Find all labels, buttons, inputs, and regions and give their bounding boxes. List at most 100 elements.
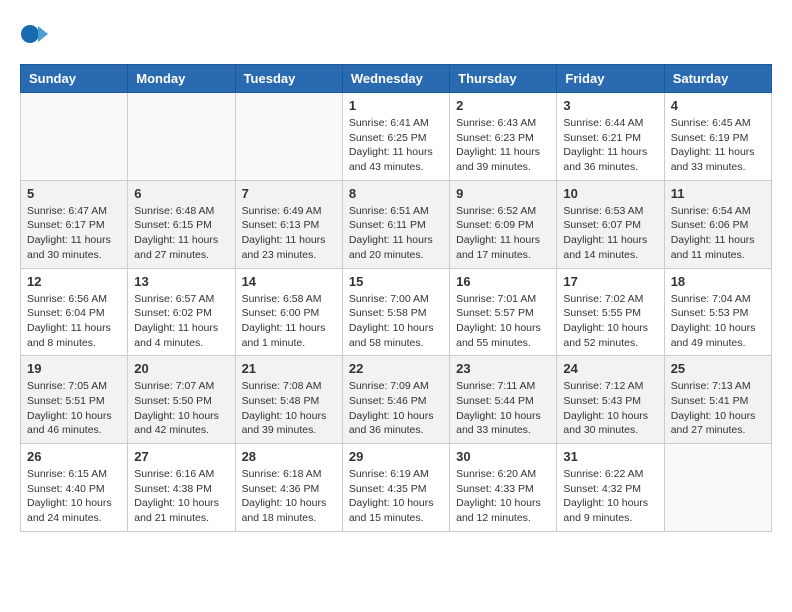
day-info: Sunrise: 6:47 AMSunset: 6:17 PMDaylight:… [27, 204, 121, 263]
day-number: 3 [563, 98, 657, 113]
logo-icon [20, 20, 48, 48]
weekday-thursday: Thursday [450, 65, 557, 93]
day-cell: 10Sunrise: 6:53 AMSunset: 6:07 PMDayligh… [557, 180, 664, 268]
day-cell: 20 Sunrise: 7:07 AMSunset: 5:50 PMDayligh… [128, 356, 235, 444]
day-info: Sunrise: 7:08 AMSunset: 5:48 PMDaylight:… [242, 379, 336, 438]
day-cell: 28 Sunrise: 6:18 AMSunset: 4:36 PMDayligh… [235, 444, 342, 532]
weekday-friday: Friday [557, 65, 664, 93]
week-row-1: 1 Sunrise: 6:41 AMSunset: 6:25 PMDaylight… [21, 93, 772, 181]
day-info: Sunrise: 7:07 AMSunset: 5:50 PMDaylight:… [134, 379, 228, 438]
day-info: Sunrise: 7:05 AMSunset: 5:51 PMDaylight:… [27, 379, 121, 438]
day-info: Sunrise: 6:52 AMSunset: 6:09 PMDaylight:… [456, 204, 550, 263]
logo [20, 20, 52, 48]
day-number: 24 [563, 361, 657, 376]
day-info: Sunrise: 7:11 AMSunset: 5:44 PMDaylight:… [456, 379, 550, 438]
day-info: Sunrise: 6:41 AMSunset: 6:25 PMDaylight:… [349, 116, 443, 175]
day-cell: 24Sunrise: 7:12 AMSunset: 5:43 PMDayligh… [557, 356, 664, 444]
day-cell: 2Sunrise: 6:43 AMSunset: 6:23 PMDaylight… [450, 93, 557, 181]
day-number: 26 [27, 449, 121, 464]
week-row-5: 26Sunrise: 6:15 AMSunset: 4:40 PMDayligh… [21, 444, 772, 532]
day-info: Sunrise: 6:58 AMSunset: 6:00 PMDaylight:… [242, 292, 336, 351]
day-cell: 3 Sunrise: 6:44 AMSunset: 6:21 PMDaylight… [557, 93, 664, 181]
day-number: 31 [563, 449, 657, 464]
day-cell: 17 Sunrise: 7:02 AMSunset: 5:55 PMDayligh… [557, 268, 664, 356]
day-cell: 16 Sunrise: 7:01 AMSunset: 5:57 PMDayligh… [450, 268, 557, 356]
day-cell: 9 Sunrise: 6:52 AMSunset: 6:09 PMDaylight… [450, 180, 557, 268]
day-cell [21, 93, 128, 181]
day-cell: 6Sunrise: 6:48 AMSunset: 6:15 PMDaylight… [128, 180, 235, 268]
weekday-sunday: Sunday [21, 65, 128, 93]
day-number: 11 [671, 186, 765, 201]
day-cell: 31 Sunrise: 6:22 AMSunset: 4:32 PMDayligh… [557, 444, 664, 532]
day-cell [235, 93, 342, 181]
weekday-wednesday: Wednesday [342, 65, 449, 93]
weekday-header-row: SundayMondayTuesdayWednesdayThursdayFrid… [21, 65, 772, 93]
day-info: Sunrise: 6:45 AMSunset: 6:19 PMDaylight:… [671, 116, 765, 175]
day-number: 22 [349, 361, 443, 376]
day-number: 16 [456, 274, 550, 289]
day-info: Sunrise: 7:02 AMSunset: 5:55 PMDaylight:… [563, 292, 657, 351]
day-cell: 30 Sunrise: 6:20 AMSunset: 4:33 PMDayligh… [450, 444, 557, 532]
day-cell: 19Sunrise: 7:05 AMSunset: 5:51 PMDayligh… [21, 356, 128, 444]
day-number: 6 [134, 186, 228, 201]
day-number: 5 [27, 186, 121, 201]
calendar-table: SundayMondayTuesdayWednesdayThursdayFrid… [20, 64, 772, 532]
weekday-saturday: Saturday [664, 65, 771, 93]
day-info: Sunrise: 6:56 AMSunset: 6:04 PMDaylight:… [27, 292, 121, 351]
day-number: 14 [242, 274, 336, 289]
day-number: 23 [456, 361, 550, 376]
day-info: Sunrise: 6:49 AMSunset: 6:13 PMDaylight:… [242, 204, 336, 263]
day-number: 13 [134, 274, 228, 289]
day-cell: 12 Sunrise: 6:56 AMSunset: 6:04 PMDayligh… [21, 268, 128, 356]
day-cell: 15 Sunrise: 7:00 AMSunset: 5:58 PMDayligh… [342, 268, 449, 356]
day-cell: 18Sunrise: 7:04 AMSunset: 5:53 PMDayligh… [664, 268, 771, 356]
day-info: Sunrise: 6:22 AMSunset: 4:32 PMDaylight:… [563, 467, 657, 526]
day-cell: 5 Sunrise: 6:47 AMSunset: 6:17 PMDaylight… [21, 180, 128, 268]
day-number: 28 [242, 449, 336, 464]
day-info: Sunrise: 6:51 AMSunset: 6:11 PMDaylight:… [349, 204, 443, 263]
day-cell: 21Sunrise: 7:08 AMSunset: 5:48 PMDayligh… [235, 356, 342, 444]
day-number: 18 [671, 274, 765, 289]
day-info: Sunrise: 6:43 AMSunset: 6:23 PMDaylight:… [456, 116, 550, 175]
day-number: 8 [349, 186, 443, 201]
day-cell: 27Sunrise: 6:16 AMSunset: 4:38 PMDayligh… [128, 444, 235, 532]
week-row-2: 5 Sunrise: 6:47 AMSunset: 6:17 PMDaylight… [21, 180, 772, 268]
day-cell: 13 Sunrise: 6:57 AMSunset: 6:02 PMDayligh… [128, 268, 235, 356]
day-cell: 4 Sunrise: 6:45 AMSunset: 6:19 PMDaylight… [664, 93, 771, 181]
day-cell [128, 93, 235, 181]
day-cell: 26Sunrise: 6:15 AMSunset: 4:40 PMDayligh… [21, 444, 128, 532]
day-cell [664, 444, 771, 532]
day-number: 17 [563, 274, 657, 289]
day-cell: 1 Sunrise: 6:41 AMSunset: 6:25 PMDaylight… [342, 93, 449, 181]
day-number: 30 [456, 449, 550, 464]
day-number: 25 [671, 361, 765, 376]
page-header [20, 20, 772, 48]
day-cell: 7 Sunrise: 6:49 AMSunset: 6:13 PMDaylight… [235, 180, 342, 268]
day-number: 9 [456, 186, 550, 201]
day-number: 4 [671, 98, 765, 113]
weekday-monday: Monday [128, 65, 235, 93]
day-cell: 8 Sunrise: 6:51 AMSunset: 6:11 PMDaylight… [342, 180, 449, 268]
day-info: Sunrise: 6:20 AMSunset: 4:33 PMDaylight:… [456, 467, 550, 526]
day-info: Sunrise: 6:44 AMSunset: 6:21 PMDaylight:… [563, 116, 657, 175]
day-cell: 11 Sunrise: 6:54 AMSunset: 6:06 PMDayligh… [664, 180, 771, 268]
day-number: 7 [242, 186, 336, 201]
calendar-page: SundayMondayTuesdayWednesdayThursdayFrid… [0, 0, 792, 552]
day-info: Sunrise: 7:09 AMSunset: 5:46 PMDaylight:… [349, 379, 443, 438]
day-cell: 14 Sunrise: 6:58 AMSunset: 6:00 PMDayligh… [235, 268, 342, 356]
day-info: Sunrise: 7:01 AMSunset: 5:57 PMDaylight:… [456, 292, 550, 351]
day-cell: 23 Sunrise: 7:11 AMSunset: 5:44 PMDayligh… [450, 356, 557, 444]
day-number: 20 [134, 361, 228, 376]
day-info: Sunrise: 7:13 AMSunset: 5:41 PMDaylight:… [671, 379, 765, 438]
day-number: 15 [349, 274, 443, 289]
day-cell: 29Sunrise: 6:19 AMSunset: 4:35 PMDayligh… [342, 444, 449, 532]
week-row-4: 19Sunrise: 7:05 AMSunset: 5:51 PMDayligh… [21, 356, 772, 444]
day-info: Sunrise: 6:54 AMSunset: 6:06 PMDaylight:… [671, 204, 765, 263]
day-info: Sunrise: 6:18 AMSunset: 4:36 PMDaylight:… [242, 467, 336, 526]
day-info: Sunrise: 6:57 AMSunset: 6:02 PMDaylight:… [134, 292, 228, 351]
day-info: Sunrise: 7:00 AMSunset: 5:58 PMDaylight:… [349, 292, 443, 351]
day-info: Sunrise: 6:53 AMSunset: 6:07 PMDaylight:… [563, 204, 657, 263]
day-number: 1 [349, 98, 443, 113]
day-number: 12 [27, 274, 121, 289]
weekday-tuesday: Tuesday [235, 65, 342, 93]
